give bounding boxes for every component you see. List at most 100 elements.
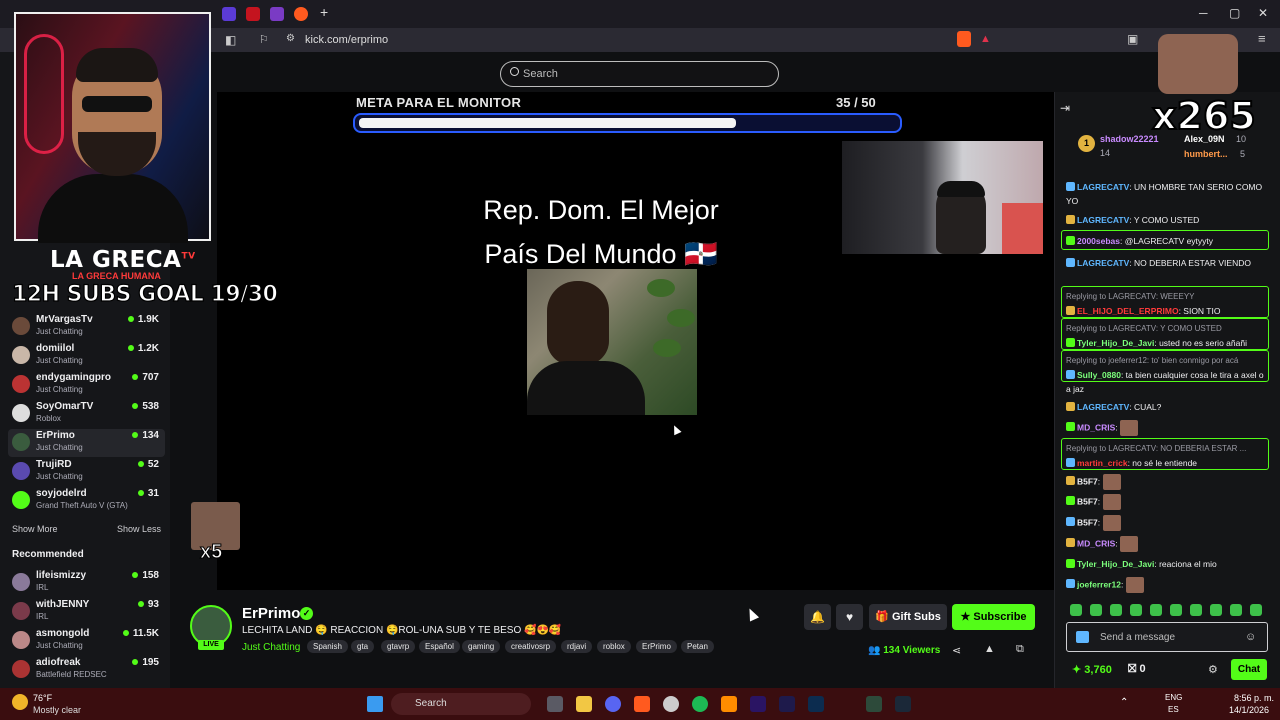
sidebar-item-lifeismizzy[interactable]: lifeismizzy IRL 158 <box>8 569 165 597</box>
sidebar-item-mrvargastv[interactable]: MrVargasTv Just Chatting 1.9K <box>8 313 165 341</box>
sidebar-item-soyomartv[interactable]: SoyOmarTV Roblox 538 <box>8 400 165 428</box>
maximize-icon[interactable]: ▢ <box>1229 6 1240 20</box>
emoji-icon[interactable]: ☺ <box>1245 631 1256 643</box>
sidebar-item-withjenny[interactable]: withJENNY IRL 93 <box>8 598 165 626</box>
sidebar-item-soyjodelrd[interactable]: soyjodelrd Grand Theft Auto V (GTA) 31 <box>8 487 165 515</box>
url-text[interactable]: kick.com/erprimo <box>305 34 388 46</box>
sidebar-item-domiilol[interactable]: domiilol Just Chatting 1.2K <box>8 342 165 370</box>
leaderboard-first-name[interactable]: shadow22221 <box>1100 134 1159 144</box>
language[interactable]: ENG <box>1165 693 1182 702</box>
sidebar-item-trujird[interactable]: TrujiRD Just Chatting 52 <box>8 458 165 486</box>
wallet-icon[interactable]: ▣ <box>1127 32 1138 46</box>
chat-username[interactable]: LAGRECATV <box>1077 402 1129 412</box>
tag-gaming[interactable]: gaming <box>462 640 501 653</box>
steam-icon[interactable] <box>895 696 911 712</box>
show-less-link[interactable]: Show Less <box>117 524 161 534</box>
tab-icon[interactable] <box>294 7 308 21</box>
sidebar-item-endygamingpro[interactable]: endygamingpro Just Chatting 707 <box>8 371 165 399</box>
gift-subs-button[interactable]: 🎁 Gift Subs <box>869 604 947 630</box>
chat-username[interactable]: LAGRECATV <box>1077 258 1129 268</box>
quick-emote-icon[interactable] <box>1170 604 1182 616</box>
brave-shield-icon[interactable] <box>957 31 971 47</box>
region[interactable]: ES <box>1168 705 1179 714</box>
clock-time[interactable]: 8:56 p. m. <box>1234 693 1274 703</box>
sidebar-item-erprimo[interactable]: ErPrimo Just Chatting 134 <box>8 429 165 457</box>
settings-gear-icon[interactable]: ⚙ <box>1208 663 1218 676</box>
quick-emote-icon[interactable] <box>1110 604 1122 616</box>
gift-count[interactable]: ⛝ 0 <box>1128 663 1146 676</box>
report-icon[interactable]: ▲ <box>984 643 995 655</box>
menu-icon[interactable]: ≡ <box>1258 31 1266 46</box>
follow-heart-icon[interactable]: ♥ <box>836 604 863 630</box>
file-explorer-icon[interactable] <box>576 696 592 712</box>
tray-chevron-icon[interactable]: ⌃ <box>1120 697 1128 708</box>
site-info-icon[interactable]: ⚙ <box>286 33 295 44</box>
task-view-icon[interactable] <box>547 696 563 712</box>
app-icon[interactable] <box>866 696 882 712</box>
minimize-icon[interactable]: ─ <box>1199 6 1208 20</box>
tag-roblox[interactable]: roblox <box>597 640 631 653</box>
stream-category[interactable]: Just Chatting <box>242 642 300 653</box>
quick-emote-icon[interactable] <box>1250 604 1262 616</box>
obs-icon[interactable] <box>663 696 679 712</box>
chat-username[interactable]: LAGRECATV <box>1077 182 1129 192</box>
taskbar-search[interactable]: Search <box>391 693 531 715</box>
clock-date[interactable]: 14/1/2026 <box>1229 705 1269 715</box>
bookmark-icon[interactable]: ⚐ <box>259 33 269 46</box>
premiere-icon[interactable] <box>750 696 766 712</box>
share-icon[interactable]: ⋖ <box>952 644 961 657</box>
tag-spanish[interactable]: Spanish <box>307 640 348 653</box>
brave-icon[interactable] <box>634 696 650 712</box>
notification-bell-icon[interactable]: 🔔 <box>804 604 831 630</box>
discord-icon[interactable] <box>605 696 621 712</box>
vlc-icon[interactable] <box>721 696 737 712</box>
chat-username[interactable]: MD_CRIS <box>1077 422 1115 432</box>
tag-erprimo[interactable]: ErPrimo <box>636 640 677 653</box>
photoshop-icon[interactable] <box>808 696 824 712</box>
weather-icon[interactable] <box>12 694 28 710</box>
channel-points[interactable]: ✦ 3,760 <box>1072 663 1112 676</box>
leaderboard-third-name[interactable]: humbert... <box>1184 149 1228 159</box>
quick-emote-icon[interactable] <box>1090 604 1102 616</box>
clip-icon[interactable]: ⧉ <box>1016 643 1024 656</box>
streamer-name[interactable]: ErPrimo <box>242 605 300 622</box>
quick-emote-icon[interactable] <box>1210 604 1222 616</box>
spotify-icon[interactable] <box>692 696 708 712</box>
search-input[interactable]: Search <box>500 61 779 87</box>
quick-emote-icon[interactable] <box>1150 604 1162 616</box>
close-icon[interactable]: ✕ <box>1258 6 1268 20</box>
emote-image <box>1120 536 1139 552</box>
show-more-link[interactable]: Show More <box>12 524 58 534</box>
tab-icon[interactable] <box>270 7 284 21</box>
chat-username[interactable]: B5F7 <box>1077 496 1098 506</box>
collapse-chat-icon[interactable]: ⇥ <box>1060 101 1070 115</box>
chat-send-button[interactable]: Chat <box>1231 659 1267 680</box>
tag-petan[interactable]: Petan <box>681 640 714 653</box>
tag-gta[interactable]: gta <box>351 640 375 653</box>
after-effects-icon[interactable] <box>779 696 795 712</box>
tag-gtavrp[interactable]: gtavrp <box>381 640 416 653</box>
quick-emote-icon[interactable] <box>1130 604 1142 616</box>
chat-username[interactable]: B5F7 <box>1077 476 1098 486</box>
tab-icon[interactable] <box>246 7 260 21</box>
tab-icon[interactable] <box>222 7 236 21</box>
chat-username[interactable]: joeferrer12 <box>1077 579 1121 589</box>
sidebar-item-asmongold[interactable]: asmongold Just Chatting 11.5K <box>8 627 165 655</box>
leaderboard-second-name[interactable]: Alex_09N <box>1184 134 1225 144</box>
new-tab-icon[interactable]: + <box>320 4 328 20</box>
quick-emote-icon[interactable] <box>1070 604 1082 616</box>
chat-username[interactable]: LAGRECATV <box>1077 215 1129 225</box>
windows-start-icon[interactable] <box>367 696 383 712</box>
chat-username[interactable]: Tyler_Hijo_De_Javi <box>1077 559 1154 569</box>
sidebar-item-adiofreak[interactable]: adiofreak Battlefield REDSEC 195 <box>8 656 165 684</box>
tag-creativosrp[interactable]: creativosrp <box>505 640 557 653</box>
tag-español[interactable]: Español <box>419 640 460 653</box>
sidebar-toggle-icon[interactable]: ◧ <box>225 33 236 47</box>
quick-emote-icon[interactable] <box>1230 604 1242 616</box>
chat-username[interactable]: MD_CRIS <box>1077 538 1115 548</box>
quick-emote-icon[interactable] <box>1190 604 1202 616</box>
tag-rdjavi[interactable]: rdjavi <box>561 640 593 653</box>
rewards-icon[interactable]: ▲ <box>980 33 991 45</box>
chat-username[interactable]: B5F7 <box>1077 517 1098 527</box>
subscribe-button[interactable]: ★ Subscribe <box>952 604 1035 630</box>
